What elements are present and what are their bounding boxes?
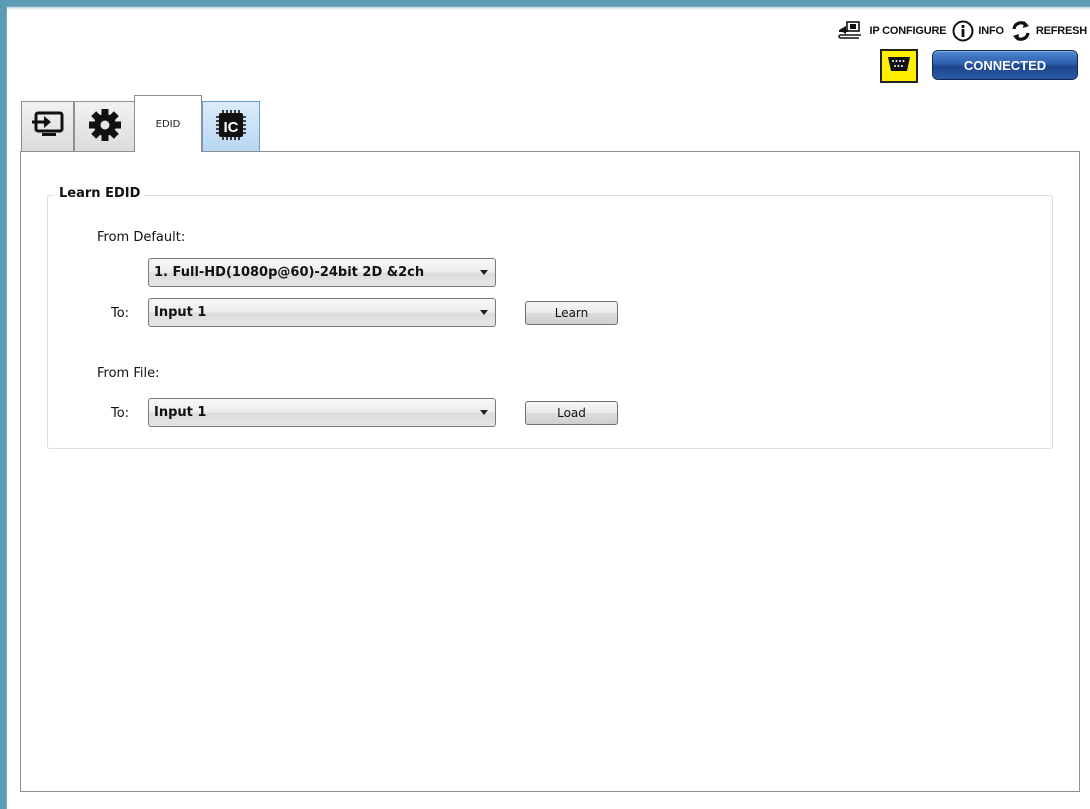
info-icon: [952, 20, 974, 42]
learn-button[interactable]: Learn: [525, 301, 618, 325]
ic-chip-label: IC: [224, 119, 239, 136]
serial-port-button[interactable]: [880, 49, 918, 83]
to-label: To:: [111, 306, 130, 321]
tab-settings[interactable]: [74, 101, 135, 151]
connection-status-button[interactable]: CONNECTED: [932, 50, 1078, 80]
load-target-select[interactable]: Input 1: [148, 398, 496, 427]
info-button[interactable]: INFO: [952, 20, 1004, 42]
tab-ic[interactable]: IC: [202, 101, 260, 151]
chevron-down-icon: [480, 270, 488, 275]
window-top-border: [7, 7, 1090, 10]
load-button[interactable]: Load: [525, 401, 618, 425]
refresh-label: REFRESH: [1035, 25, 1087, 37]
file-to-label: To:: [111, 406, 130, 421]
learn-edid-group: Learn EDID From Default: 1. Full-HD(1080…: [47, 186, 1053, 449]
input-source-icon: [31, 110, 65, 144]
network-config-icon: [837, 20, 865, 42]
gear-icon: [88, 108, 122, 146]
refresh-button[interactable]: REFRESH: [1010, 20, 1087, 42]
chevron-down-icon: [480, 410, 488, 415]
learn-edid-title: Learn EDID: [55, 186, 145, 201]
default-edid-select[interactable]: 1. Full-HD(1080p@60)-24bit 2D &2ch: [148, 258, 496, 287]
from-file-label: From File:: [97, 366, 160, 381]
learn-target-select[interactable]: Input 1: [148, 298, 496, 327]
tab-edid[interactable]: EDID: [134, 95, 202, 152]
default-edid-select-value: 1. Full-HD(1080p@60)-24bit 2D &2ch: [154, 265, 425, 280]
tab-input[interactable]: [21, 101, 74, 151]
top-toolbar: IP CONFIGURE INFO REFRESH: [831, 19, 1087, 43]
ip-configure-label: IP CONFIGURE: [869, 25, 947, 37]
chevron-down-icon: [480, 310, 488, 315]
tab-edid-label: EDID: [155, 118, 181, 130]
info-label: INFO: [978, 25, 1004, 37]
serial-port-icon: [886, 55, 912, 77]
learn-target-select-value: Input 1: [154, 305, 207, 320]
from-default-label: From Default:: [97, 230, 186, 245]
edid-panel: Learn EDID From Default: 1. Full-HD(1080…: [20, 151, 1080, 792]
ic-chip-icon: IC: [213, 107, 249, 147]
refresh-icon: [1010, 20, 1032, 42]
load-target-select-value: Input 1: [154, 405, 207, 420]
ip-configure-button[interactable]: IP CONFIGURE: [837, 20, 947, 42]
